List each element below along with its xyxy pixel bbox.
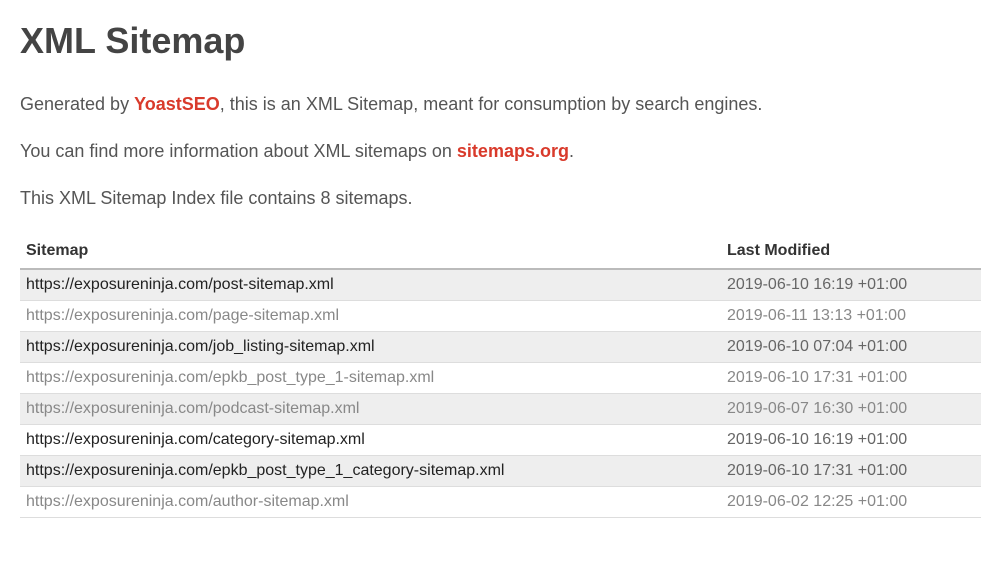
sitemap-link[interactable]: https://exposureninja.com/category-sitem… (26, 431, 365, 448)
sitemap-url-cell: https://exposureninja.com/epkb_post_type… (20, 362, 721, 393)
sitemap-url-cell: https://exposureninja.com/job_listing-si… (20, 331, 721, 362)
sitemap-url-cell: https://exposureninja.com/author-sitemap… (20, 486, 721, 517)
intro-p2-prefix: You can find more information about XML … (20, 141, 457, 161)
table-row: https://exposureninja.com/author-sitemap… (20, 486, 981, 517)
intro-p2-suffix: . (569, 141, 574, 161)
sitemaps-org-link[interactable]: sitemaps.org (457, 141, 569, 161)
sitemap-table: Sitemap Last Modified https://exposureni… (20, 234, 981, 518)
table-row: https://exposureninja.com/podcast-sitema… (20, 393, 981, 424)
last-modified-cell: 2019-06-10 17:31 +01:00 (721, 455, 981, 486)
table-header-row: Sitemap Last Modified (20, 234, 981, 269)
sitemap-url-cell: https://exposureninja.com/category-sitem… (20, 424, 721, 455)
last-modified-cell: 2019-06-10 16:19 +01:00 (721, 269, 981, 301)
table-row: https://exposureninja.com/post-sitemap.x… (20, 269, 981, 301)
intro-paragraph-2: You can find more information about XML … (20, 139, 981, 164)
sitemap-url-cell: https://exposureninja.com/podcast-sitema… (20, 393, 721, 424)
table-row: https://exposureninja.com/epkb_post_type… (20, 455, 981, 486)
table-row: https://exposureninja.com/category-sitem… (20, 424, 981, 455)
last-modified-cell: 2019-06-02 12:25 +01:00 (721, 486, 981, 517)
last-modified-cell: 2019-06-11 13:13 +01:00 (721, 300, 981, 331)
table-row: https://exposureninja.com/epkb_post_type… (20, 362, 981, 393)
table-row: https://exposureninja.com/job_listing-si… (20, 331, 981, 362)
intro-paragraph-1: Generated by YoastSEO, this is an XML Si… (20, 92, 981, 117)
last-modified-cell: 2019-06-10 17:31 +01:00 (721, 362, 981, 393)
last-modified-cell: 2019-06-10 07:04 +01:00 (721, 331, 981, 362)
yoastseo-link[interactable]: YoastSEO (134, 94, 220, 114)
intro-p1-prefix: Generated by (20, 94, 134, 114)
intro-p1-suffix: , this is an XML Sitemap, meant for cons… (220, 94, 763, 114)
sitemap-link[interactable]: https://exposureninja.com/page-sitemap.x… (26, 307, 339, 324)
sitemap-link[interactable]: https://exposureninja.com/epkb_post_type… (26, 369, 434, 386)
sitemap-link[interactable]: https://exposureninja.com/epkb_post_type… (26, 462, 504, 479)
sitemap-url-cell: https://exposureninja.com/post-sitemap.x… (20, 269, 721, 301)
intro-paragraph-3: This XML Sitemap Index file contains 8 s… (20, 186, 981, 211)
sitemap-link[interactable]: https://exposureninja.com/author-sitemap… (26, 493, 349, 510)
sitemap-link[interactable]: https://exposureninja.com/post-sitemap.x… (26, 276, 334, 293)
sitemap-url-cell: https://exposureninja.com/page-sitemap.x… (20, 300, 721, 331)
last-modified-cell: 2019-06-10 16:19 +01:00 (721, 424, 981, 455)
col-header-lastmod: Last Modified (721, 234, 981, 269)
sitemap-link[interactable]: https://exposureninja.com/job_listing-si… (26, 338, 375, 355)
col-header-sitemap: Sitemap (20, 234, 721, 269)
last-modified-cell: 2019-06-07 16:30 +01:00 (721, 393, 981, 424)
table-row: https://exposureninja.com/page-sitemap.x… (20, 300, 981, 331)
sitemap-url-cell: https://exposureninja.com/epkb_post_type… (20, 455, 721, 486)
page-title: XML Sitemap (20, 20, 981, 62)
sitemap-link[interactable]: https://exposureninja.com/podcast-sitema… (26, 400, 359, 417)
